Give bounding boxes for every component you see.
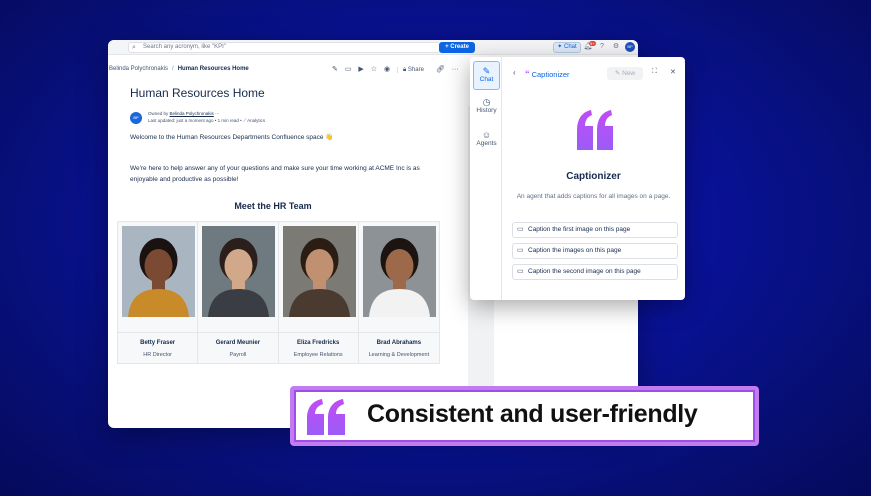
breadcrumb-parent[interactable]: Belinda Polychronakis [109, 66, 168, 72]
suggestion-button[interactable]: ▭ Caption the second image on this page [512, 264, 678, 280]
nav-agents[interactable]: ☺ Agents [473, 126, 500, 155]
suggestion-label: Caption the images on this page [528, 247, 622, 254]
search-input[interactable]: ⌕ Search any acronym, like "KPI" [128, 42, 440, 53]
card-divider [198, 332, 278, 333]
member-photo [362, 226, 436, 317]
suggestion-label: Caption the second image on this page [528, 268, 641, 275]
share-label: Share [407, 67, 424, 73]
card-divider [358, 332, 439, 333]
panel-sidebar: ✎ Chat ◷ History ☺ Agents [470, 57, 502, 300]
card-divider [278, 332, 358, 333]
help-icon[interactable]: ? [597, 42, 607, 52]
team-heading: Meet the HR Team [234, 201, 312, 211]
analytics-icon: ⟋ [242, 118, 247, 123]
clock-icon: ◷ [482, 97, 491, 107]
last-updated: Last updated: just a moment ago [148, 118, 214, 123]
member-photo [122, 226, 195, 317]
suggestion-label: Caption the first image on this page [528, 226, 631, 233]
member-name: Brad Abrahams [376, 340, 422, 346]
new-chat-button[interactable]: ✎ New [607, 67, 643, 80]
nav-agents-label: Agents [476, 140, 497, 147]
top-navigation-bar: ⌕ Search any acronym, like "KPI" + Creat… [108, 40, 638, 55]
search-icon: ⌕ [132, 44, 136, 51]
back-chevron-icon[interactable]: ‹ [513, 68, 516, 77]
watch-icon[interactable]: ◉ [384, 66, 390, 73]
team-member-card: Gerard Meunier Payroll [198, 222, 279, 363]
close-icon[interactable]: ✕ [670, 68, 676, 76]
agents-icon: ☺ [481, 130, 492, 140]
create-label: Create [450, 44, 469, 50]
breadcrumb: Belinda Polychronakis / Human Resources Ho… [109, 66, 249, 72]
author-avatar[interactable]: BP [130, 112, 142, 124]
new-label: New [622, 70, 636, 77]
more-icon[interactable]: ··· [452, 66, 459, 73]
welcome-text: Welcome to the Human Resources Departmen… [130, 134, 334, 141]
read-time: 1 min read [217, 118, 239, 123]
page-title: Human Resources Home [130, 86, 265, 100]
notification-badge: 9+ [589, 41, 596, 46]
agent-name-label: Captionizer [531, 70, 570, 79]
member-photo [202, 226, 276, 317]
agent-name[interactable]: “ Captionizer [525, 69, 570, 79]
settings-icon[interactable]: ⚙ [611, 42, 621, 52]
team-member-card: Eliza Fredricks Employee Relations [278, 222, 359, 363]
tagline-text: Consistent and user-friendly [367, 400, 698, 428]
agent-quote-icon [575, 109, 615, 151]
user-avatar[interactable]: BP [625, 42, 635, 52]
member-photo [282, 226, 356, 317]
create-button[interactable]: + Create [439, 42, 475, 53]
member-role: Employee Relations [293, 352, 343, 358]
edit-icon[interactable]: ✎ [332, 66, 338, 73]
team-member-card: Brad Abrahams Learning & Development [358, 222, 439, 363]
agent-title: Captionizer [566, 171, 621, 182]
chat-bubble-icon: ▭ [517, 247, 524, 254]
tagline-banner: Consistent and user-friendly [290, 386, 759, 446]
quote-icon [305, 399, 347, 436]
nav-chat[interactable]: ✎ Chat [473, 61, 500, 90]
search-placeholder: Search any acronym, like "KPI" [143, 44, 226, 50]
page-actions: ✎ ▭ ▶ ☆ ◉ 🔒︎ Share 🔗︎ ··· [332, 65, 464, 74]
member-role: HR Director [143, 352, 172, 358]
owner-link[interactable]: Belinda Polychronakis [170, 111, 214, 116]
link-icon[interactable]: 🔗︎ [436, 66, 445, 73]
share-button[interactable]: 🔒︎ Share [397, 67, 429, 73]
agent-description: An agent that adds captions for all imag… [516, 193, 671, 200]
updated-line: Last updated: just a moment ago • 1 min … [148, 118, 266, 123]
expand-icon[interactable]: ⛶ [652, 68, 657, 76]
nav-chat-label: Chat [479, 76, 494, 83]
intro-text: We're here to help answer any of your qu… [130, 165, 420, 183]
card-divider [118, 332, 198, 333]
video-icon[interactable]: ▶ [358, 66, 363, 73]
member-role: Learning & Development [368, 352, 430, 358]
panel-header: ‹ “ Captionizer ✎ New ⛶ ✕ [510, 67, 680, 81]
star-icon[interactable]: ☆ [371, 66, 377, 73]
chat-bubble-icon: ▭ [517, 226, 524, 233]
breadcrumb-separator: / [172, 66, 174, 72]
member-name: Eliza Fredricks [296, 340, 340, 346]
team-grid: Betty Fraser HR Director Gerard Meunier … [117, 221, 440, 364]
chat-edit-icon: ✎ [482, 66, 491, 76]
rovo-chat-panel: ✎ Chat ◷ History ☺ Agents ‹ “ Captionize… [470, 57, 685, 300]
owned-by-prefix: Owned by [148, 111, 169, 116]
quote-icon: “ [525, 69, 530, 79]
chat-bubble-icon: ▭ [517, 268, 524, 275]
member-name: Betty Fraser [140, 340, 176, 346]
suggestion-button[interactable]: ▭ Caption the first image on this page [512, 222, 678, 238]
owner-line: Owned by Belinda Polychronakis ··· [148, 111, 220, 116]
member-name: Gerard Meunier [215, 340, 261, 346]
nav-history[interactable]: ◷ History [473, 93, 500, 122]
nav-history-label: History [476, 107, 497, 114]
suggestion-button[interactable]: ▭ Caption the images on this page [512, 243, 678, 259]
analytics-link[interactable]: Analytics [247, 118, 265, 123]
comment-icon[interactable]: ▭ [345, 66, 352, 73]
chat-label: Chat [564, 44, 577, 50]
member-role: Payroll [229, 352, 247, 358]
breadcrumb-current[interactable]: Human Resources Home [178, 66, 249, 72]
chat-button[interactable]: ✦ Chat [553, 42, 581, 53]
team-member-card: Betty Fraser HR Director [118, 222, 199, 363]
